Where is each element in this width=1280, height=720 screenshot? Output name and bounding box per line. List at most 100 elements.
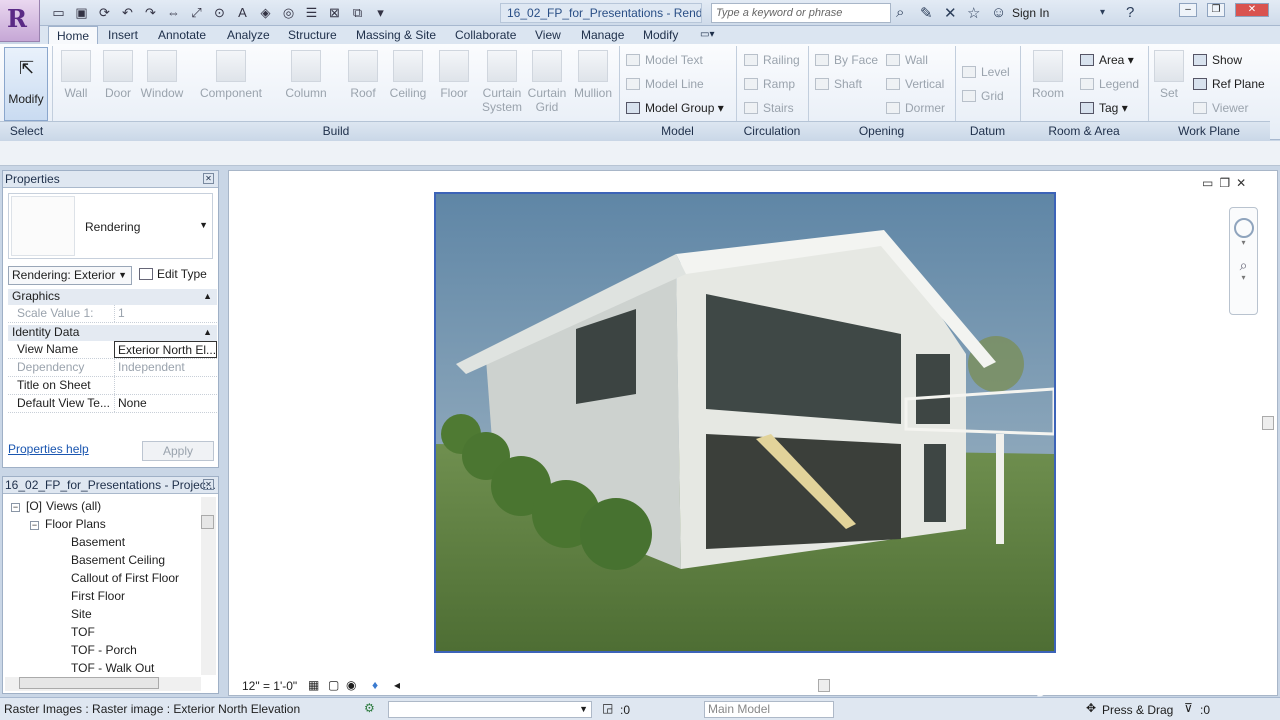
tree-item[interactable]: TOF - Porch	[71, 643, 137, 657]
door-button[interactable]: Door	[102, 50, 134, 100]
tag-icon[interactable]: ⊙	[211, 4, 228, 21]
shaft-button[interactable]: Shaft	[815, 77, 862, 91]
panel-label-room-area[interactable]: Room & Area	[1020, 121, 1148, 140]
set-button[interactable]: Set	[1154, 50, 1184, 100]
sun-path-icon[interactable]: ◉	[346, 678, 356, 692]
model-line-button[interactable]: Model Line	[626, 77, 704, 91]
ceiling-button[interactable]: Ceiling	[388, 50, 428, 100]
stairs-button[interactable]: Stairs	[744, 101, 794, 115]
qat-dropdown-icon[interactable]: ▾	[372, 4, 389, 21]
minimize-view-icon[interactable]: ▭	[1202, 176, 1219, 190]
legend-button[interactable]: Legend	[1080, 77, 1139, 91]
close-window-button[interactable]: ✕	[1235, 3, 1269, 17]
tab-massing-site[interactable]: Massing & Site	[348, 26, 444, 44]
vertical-opening-button[interactable]: Vertical	[886, 77, 944, 91]
editable-only-icon[interactable]: ◲	[602, 701, 613, 715]
signin-dropdown-icon[interactable]: ▾	[1100, 7, 1105, 18]
instance-filter-dropdown[interactable]: Rendering: Exterior ▼	[8, 266, 132, 285]
close-view-icon[interactable]: ✕	[1236, 176, 1252, 190]
close-icon[interactable]: ✕	[203, 479, 214, 490]
horizontal-scroll-thumb[interactable]	[818, 679, 830, 692]
steering-wheel-icon[interactable]	[1233, 218, 1254, 238]
tree-item[interactable]: TOF	[71, 625, 95, 639]
view-vertical-scrollbar[interactable]	[1262, 180, 1276, 670]
visual-style-icon[interactable]: ▢	[328, 678, 339, 692]
curtain-system-button[interactable]: Curtain System	[480, 50, 524, 114]
dimension-icon[interactable]: ⤢	[188, 4, 205, 21]
properties-help-link[interactable]: Properties help	[8, 442, 89, 456]
workset-dropdown[interactable]: ▼	[388, 701, 592, 718]
minimize-window-button[interactable]: –	[1179, 3, 1197, 17]
group-identity-data[interactable]: Identity Data ▲	[8, 325, 217, 341]
tab-structure[interactable]: Structure	[280, 26, 345, 44]
tab-view[interactable]: View	[527, 26, 569, 44]
press-drag-icon[interactable]: ✥	[1086, 701, 1096, 715]
tab-home[interactable]: Home	[48, 26, 99, 44]
tab-manage[interactable]: Manage	[573, 26, 632, 44]
tab-collaborate[interactable]: Collaborate	[447, 26, 524, 44]
user-icon[interactable]: ☺	[991, 4, 1006, 21]
curtain-grid-button[interactable]: Curtain Grid	[526, 50, 568, 114]
worksets-icon[interactable]: ⚙	[364, 701, 375, 715]
modify-button[interactable]: ⇱ Modify	[4, 47, 48, 121]
filter-icon[interactable]: ⊽	[1184, 701, 1193, 715]
tag-button[interactable]: Tag ▾	[1080, 101, 1128, 115]
group-graphics[interactable]: Graphics ▲	[8, 289, 217, 305]
open-icon[interactable]: ▭	[50, 4, 67, 21]
key-icon[interactable]: ✎	[920, 4, 933, 22]
view-scale[interactable]: 12" = 1'-0"	[242, 679, 297, 693]
component-button[interactable]: Component	[196, 50, 266, 100]
restore-window-button[interactable]: ❐	[1207, 3, 1225, 17]
tab-overflow-icon[interactable]: ▭▾	[692, 26, 722, 44]
measure-icon[interactable]: ⇔	[165, 4, 182, 21]
area-button[interactable]: Area ▾	[1080, 53, 1134, 67]
switch-windows-icon[interactable]: ⧉	[349, 4, 366, 21]
ref-plane-button[interactable]: Ref Plane	[1193, 77, 1265, 91]
application-menu-button[interactable]: R	[0, 0, 40, 42]
tree-views-all[interactable]: − [O] Views (all)	[11, 499, 101, 513]
tab-modify[interactable]: Modify	[635, 26, 686, 44]
zoom-icon[interactable]: ⌕	[1236, 257, 1252, 273]
by-face-button[interactable]: By Face	[815, 53, 878, 67]
panel-label-select[interactable]: Select	[0, 121, 53, 140]
restore-view-icon[interactable]: ❐	[1219, 176, 1236, 190]
railing-button[interactable]: Railing	[744, 53, 800, 67]
binoculars-icon[interactable]: ⌕	[896, 4, 904, 21]
wall-opening-button[interactable]: Wall	[886, 53, 928, 67]
redo-icon[interactable]: ↷	[142, 4, 159, 21]
3d-view-icon[interactable]: ◈	[257, 4, 274, 21]
show-button[interactable]: Show	[1193, 53, 1242, 67]
room-button[interactable]: Room	[1028, 50, 1068, 100]
rendered-image[interactable]	[434, 192, 1056, 653]
thin-lines-icon[interactable]: ☰	[303, 4, 320, 21]
text-icon[interactable]: A	[234, 4, 251, 21]
viewer-button[interactable]: Viewer	[1193, 101, 1248, 115]
default-view-template-field[interactable]: None	[114, 395, 217, 412]
close-icon[interactable]: ✕	[203, 173, 214, 184]
horizontal-scrollbar[interactable]	[5, 677, 201, 691]
help-icon[interactable]: ?	[1126, 4, 1134, 21]
dormer-button[interactable]: Dormer	[886, 101, 945, 115]
type-selector[interactable]: Rendering ▼	[8, 193, 213, 259]
chevron-down-icon[interactable]: ▼	[199, 220, 208, 230]
mullion-button[interactable]: Mullion	[572, 50, 614, 100]
model-group-button[interactable]: Model Group ▾	[626, 101, 724, 115]
sign-in-button[interactable]: Sign In	[1012, 6, 1049, 20]
favorites-star-icon[interactable]: ☆	[967, 4, 980, 22]
tab-annotate[interactable]: Annotate	[150, 26, 214, 44]
window-button[interactable]: Window	[138, 50, 186, 100]
tree-item[interactable]: Callout of First Floor	[71, 571, 179, 585]
undo-icon[interactable]: ↶	[119, 4, 136, 21]
tree-floor-plans[interactable]: − Floor Plans	[30, 517, 106, 531]
close-hidden-icon[interactable]: ⊠	[326, 4, 343, 21]
save-icon[interactable]: ▣	[73, 4, 90, 21]
title-on-sheet-field[interactable]	[114, 377, 217, 394]
level-button[interactable]: Level	[962, 65, 1010, 79]
tab-insert[interactable]: Insert	[100, 26, 146, 44]
scroll-left-icon[interactable]: ◂	[394, 678, 400, 692]
tree-item[interactable]: Basement Ceiling	[71, 553, 165, 567]
vertical-scrollbar[interactable]	[201, 497, 216, 675]
reveal-hidden-icon[interactable]: ♦	[372, 678, 378, 692]
grid-button[interactable]: Grid	[962, 89, 1004, 103]
tree-item[interactable]: TOF - Walk Out	[71, 661, 154, 675]
